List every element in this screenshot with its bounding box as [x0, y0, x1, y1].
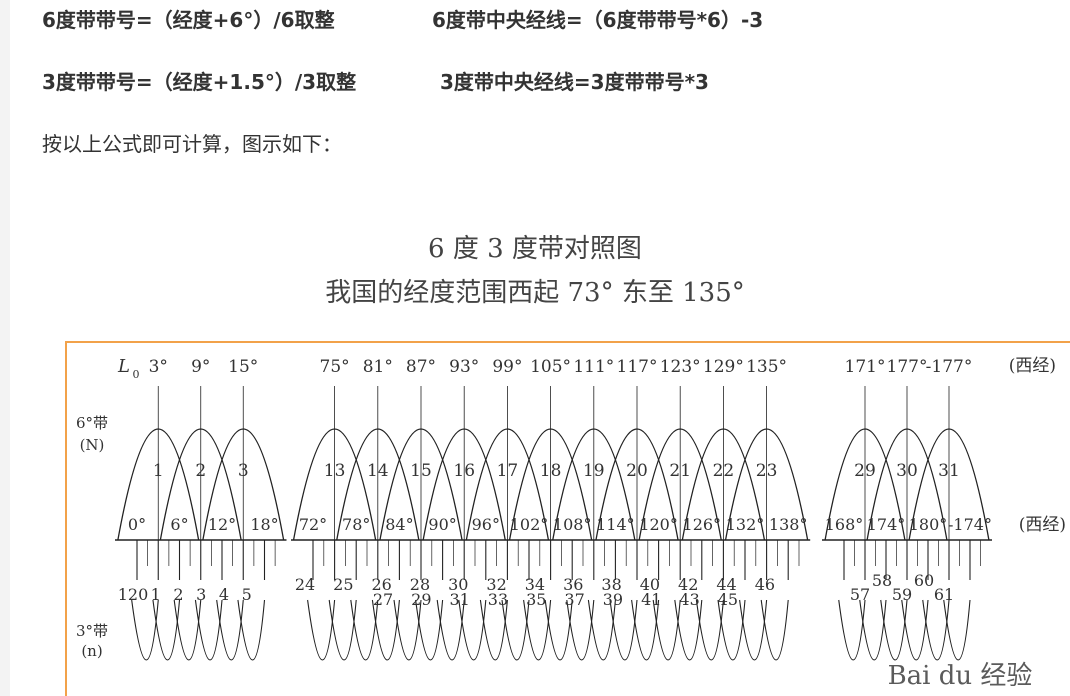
central-meridian-label: 15° — [228, 357, 258, 377]
central-meridian-label: 129° — [703, 357, 744, 377]
three-degree-zone-number: 46 — [755, 575, 775, 594]
l0-label: L — [117, 356, 130, 377]
central-meridian-label: 81° — [363, 357, 393, 377]
west-longitude-label-top: (西经) — [1009, 356, 1056, 376]
zone-boundary-label: 120° — [639, 515, 678, 534]
six-degree-zone-number: 13 — [324, 461, 346, 481]
zone-boundary-label: 138° — [769, 515, 808, 534]
zone-boundary-label: 126° — [683, 515, 722, 534]
six-degree-row-label: 6°带 — [76, 414, 108, 432]
three-degree-zone-number: 3 — [196, 585, 206, 604]
three-degree-zone-number: 41 — [641, 590, 661, 609]
zone-boundary-label: -174° — [948, 515, 992, 534]
zone-boundary-label: 12° — [208, 515, 236, 534]
west-longitude-label-bottom: (西经) — [1019, 515, 1066, 535]
six-degree-zone-number: 30 — [896, 461, 918, 481]
six-degree-zone-number: 19 — [583, 461, 605, 481]
six-degree-zone-number: 17 — [497, 461, 519, 481]
scale-ticks — [115, 539, 992, 580]
three-degree-zone-number: 60 — [914, 571, 934, 590]
six-degree-zone-number: 2 — [195, 461, 206, 481]
three-degree-row-label: 3°带 — [76, 622, 108, 640]
zone-boundary-label: 180° — [909, 515, 948, 534]
central-meridian-label: 99° — [492, 357, 522, 377]
central-meridian-label: 123° — [660, 357, 701, 377]
six-degree-zone-number: 15 — [410, 461, 432, 481]
three-degree-zone-number: 45 — [718, 590, 738, 609]
zone-boundary-label: 108° — [553, 515, 592, 534]
six-degree-zone-number: 18 — [540, 461, 562, 481]
six-degree-zone-number: 31 — [938, 461, 960, 481]
six-degree-row-symbol: (N) — [80, 436, 105, 454]
six-degree-zone-number: 22 — [713, 461, 735, 481]
six-degree-zone-number: 3 — [238, 461, 249, 481]
zone-boundary-label: 114° — [596, 515, 635, 534]
zone-boundary-label: 78° — [342, 515, 370, 534]
three-degree-zone-number: 61 — [934, 585, 954, 604]
three-degree-zone-number: 35 — [526, 590, 546, 609]
central-meridian-label: 171° — [845, 357, 886, 377]
three-degree-zone-number: 2 — [173, 585, 183, 604]
central-meridian-label: 3° — [149, 357, 168, 377]
three-degree-zone-number: 43 — [679, 590, 699, 609]
central-meridian-label: 75° — [320, 357, 350, 377]
central-meridian-label: 135° — [746, 357, 787, 377]
central-meridian-label: 117° — [617, 357, 658, 377]
zone-boundary-label: 84° — [385, 515, 413, 534]
central-meridian-label: 9° — [191, 357, 210, 377]
central-meridian-label: -177° — [926, 357, 973, 377]
central-meridian-label: 87° — [406, 357, 436, 377]
zone-boundary-label: 102° — [510, 515, 549, 534]
six-degree-zone-number: 16 — [453, 461, 475, 481]
three-degree-zone-number: 29 — [411, 590, 431, 609]
zone-boundary-label: 0° — [128, 515, 146, 534]
six-degree-zone-number: 23 — [756, 461, 778, 481]
six-degree-zone-number: 21 — [669, 461, 691, 481]
zone-boundary-label: 72° — [299, 515, 327, 534]
three-degree-zone-number: 58 — [872, 571, 892, 590]
zone-boundary-label: 96° — [472, 515, 500, 534]
central-meridian-label: 177° — [887, 357, 928, 377]
three-degree-arches — [131, 599, 971, 661]
central-meridian-label: 111° — [573, 357, 614, 377]
three-degree-row-symbol: (n) — [81, 642, 102, 660]
zone-boundary-label: 168° — [825, 515, 864, 534]
three-degree-zone-number: 1 — [151, 585, 161, 604]
zone-boundary-label: 132° — [726, 515, 765, 534]
three-degree-zone-number: 4 — [219, 585, 229, 604]
three-degree-zone-number: 37 — [564, 590, 584, 609]
zone-boundary-label: 90° — [428, 515, 456, 534]
zone-boundary-label: 6° — [170, 515, 188, 534]
six-degree-zone-number: 20 — [626, 461, 648, 481]
six-degree-zone-number: 1 — [153, 461, 164, 481]
three-degree-zone-number: 33 — [488, 590, 508, 609]
zone-boundary-label: 18° — [250, 515, 278, 534]
three-degree-zone-number: 31 — [449, 590, 469, 609]
three-degree-zone-number: 5 — [242, 585, 252, 604]
three-degree-zone-number: 39 — [603, 590, 623, 609]
baidu-watermark: Bai du 经验 — [888, 661, 1033, 691]
diagram-labels: 3°19°215°30° 6° 12° 18°120 1 2 3 4 575°1381°1487… — [76, 356, 1066, 691]
three-degree-zone-number: 24 — [295, 575, 315, 594]
central-meridian-label: 93° — [449, 357, 479, 377]
three-degree-zone-number: 57 — [850, 585, 870, 604]
three-degree-zone-number: 25 — [333, 575, 353, 594]
three-degree-zone-number: 27 — [373, 590, 393, 609]
central-meridian-label: 105° — [530, 357, 571, 377]
six-degree-zone-number: 14 — [367, 461, 389, 481]
l0-subscript: 0 — [133, 368, 140, 381]
zone-comparison-diagram: 3°19°215°30° 6° 12° 18°120 1 2 3 4 575°1381°1487… — [65, 341, 1070, 696]
zone-boundary-label: 174° — [867, 515, 906, 534]
six-degree-zone-number: 29 — [854, 461, 876, 481]
three-degree-zone-number: 59 — [892, 585, 912, 604]
three-degree-zone-number: 120 — [118, 585, 149, 604]
